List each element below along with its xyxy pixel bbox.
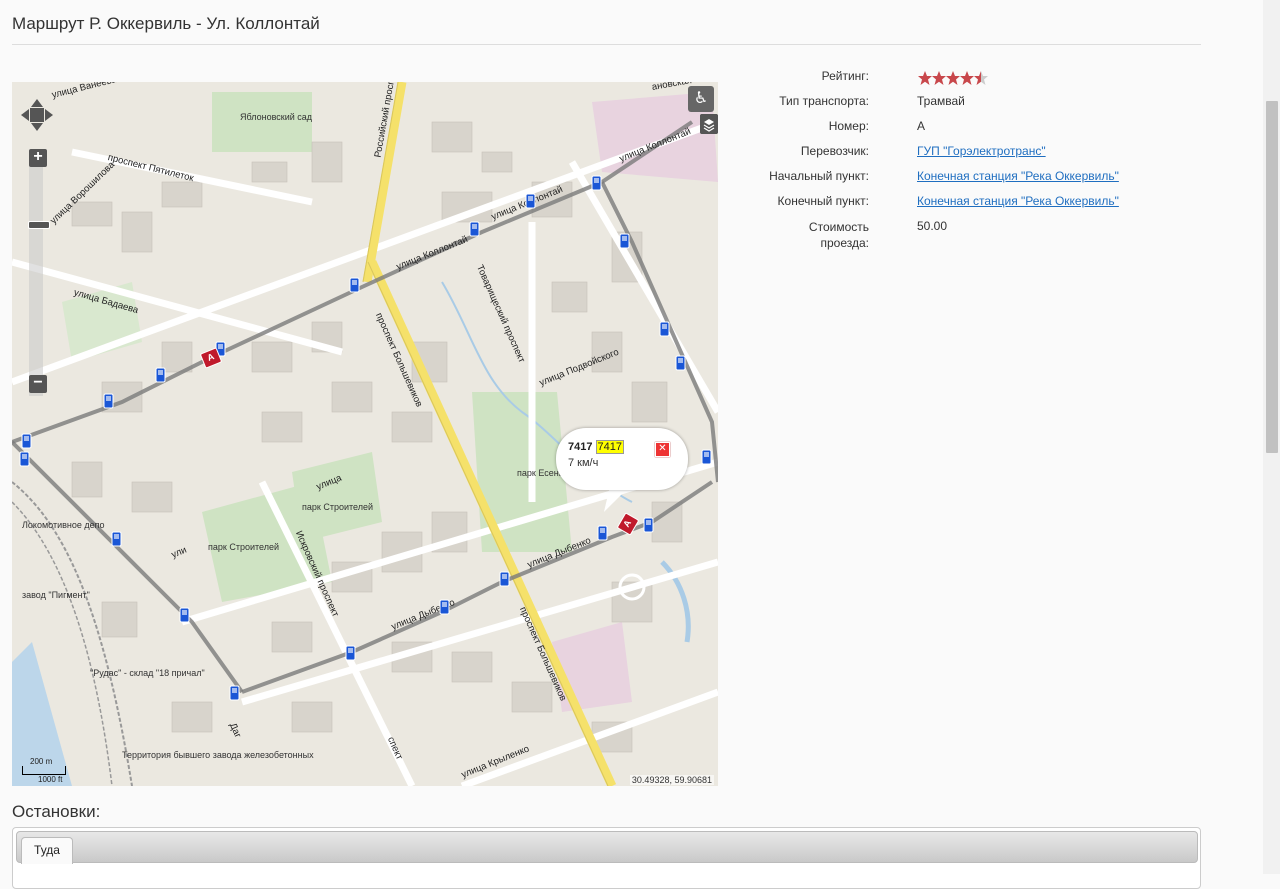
info-row-type: Тип транспорта: Трамвай (740, 94, 1200, 119)
end-point-link[interactable]: Конечная станция "Река Оккервиль" (917, 194, 1119, 208)
price-value: 50.00 (917, 219, 948, 233)
route-info: Рейтинг: Тип транспорта: Трамвай Номер: … (740, 69, 1200, 259)
rating-star-icon[interactable] (973, 70, 989, 86)
info-row-number: Номер: А (740, 119, 1200, 144)
stop-marker[interactable] (643, 517, 654, 533)
zoom-in-button[interactable]: + (29, 149, 47, 167)
stop-marker[interactable] (597, 525, 608, 541)
stop-marker[interactable] (701, 449, 712, 465)
price-label: Стоимость проезда: (808, 220, 869, 250)
title-divider (12, 44, 1201, 45)
stops-section-title: Остановки: (12, 802, 101, 821)
type-label: Тип транспорта: (779, 94, 869, 108)
stop-marker[interactable] (111, 531, 122, 547)
number-value: А (917, 119, 926, 133)
start-point-link[interactable]: Конечная станция "Река Оккервиль" (917, 169, 1119, 183)
stop-marker[interactable] (659, 321, 670, 337)
number-label: Номер: (828, 119, 869, 133)
carrier-label: Перевозчик: (800, 144, 869, 158)
page-scrollbar[interactable] (1263, 0, 1280, 874)
popup-close-icon[interactable]: ✕ (655, 442, 670, 457)
zoom-slider-track[interactable] (29, 152, 43, 396)
end-label: Конечный пункт: (777, 194, 869, 208)
stop-marker[interactable] (155, 367, 166, 383)
vehicle-id-highlight: 7417 (595, 440, 625, 454)
info-row-start: Начальный пункт: Конечная станция "Река … (740, 169, 1200, 194)
info-row-end: Конечный пункт: Конечная станция "Река О… (740, 194, 1200, 219)
tabs-bar: Туда (16, 831, 1198, 864)
stop-marker[interactable] (21, 433, 32, 449)
rating-stars[interactable] (917, 70, 989, 86)
type-value: Трамвай (917, 94, 965, 108)
carrier-link[interactable]: ГУП "Горэлектротранс" (917, 144, 1046, 158)
start-label: Начальный пункт: (769, 169, 869, 183)
stop-marker[interactable] (499, 571, 510, 587)
zoom-slider-handle[interactable] (28, 221, 50, 229)
stop-marker[interactable] (19, 451, 30, 467)
scrollbar-thumb[interactable] (1266, 101, 1278, 453)
stop-marker[interactable] (439, 599, 450, 615)
vehicle-speed: 7 км/ч (568, 457, 599, 469)
info-row-price: Стоимость проезда: 50.00 (740, 219, 1200, 259)
stop-marker[interactable] (229, 685, 240, 701)
stop-marker[interactable] (345, 645, 356, 661)
stop-marker[interactable] (591, 175, 602, 191)
vehicle-popup: 7417 7417 7 км/ч ✕ (556, 428, 688, 490)
map-scale: 200 m 1000 ft (22, 757, 66, 784)
zoom-out-button[interactable]: − (29, 375, 47, 393)
stop-marker[interactable] (103, 393, 114, 409)
stop-marker[interactable] (349, 277, 360, 293)
stops-tabs: Туда (12, 827, 1201, 889)
route-map[interactable]: Яблоновский сад парк Есенина парк Строит… (12, 82, 718, 786)
rating-label: Рейтинг: (821, 69, 869, 83)
info-row-carrier: Перевозчик: ГУП "Горэлектротранс" (740, 144, 1200, 169)
layers-icon[interactable] (700, 114, 718, 134)
accessibility-icon[interactable]: ♿ (688, 86, 714, 112)
vehicle-id: 7417 7417 (568, 440, 625, 454)
stop-marker[interactable] (179, 607, 190, 623)
map-coordinates: 30.49328, 59.90681 (629, 775, 714, 785)
info-row-rating: Рейтинг: (740, 69, 1200, 94)
stop-marker[interactable] (619, 233, 630, 249)
tab-direction-forward[interactable]: Туда (21, 837, 73, 864)
pan-control-icon[interactable] (19, 97, 55, 133)
stop-marker[interactable] (525, 193, 536, 209)
stop-marker[interactable] (675, 355, 686, 371)
page-title: Маршрут Р. Оккервиль - Ул. Коллонтай (12, 14, 320, 33)
stop-marker[interactable] (469, 221, 480, 237)
